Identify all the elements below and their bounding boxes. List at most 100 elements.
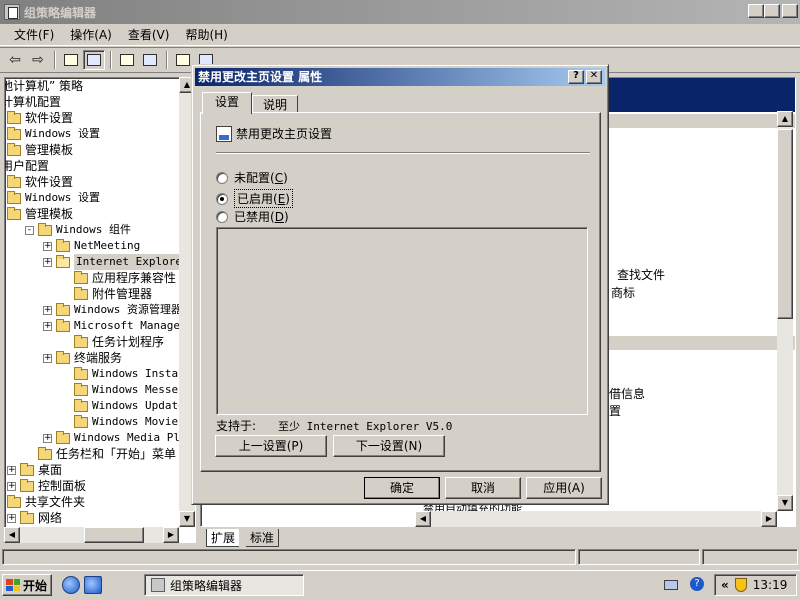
tree-node[interactable]: Windows 设置 xyxy=(5,190,195,206)
back-arrow-icon[interactable]: ⇦ xyxy=(4,50,26,70)
folder-icon xyxy=(56,302,70,316)
details-vertical-scrollbar[interactable]: ▲ ▼ xyxy=(777,111,793,511)
expand-icon[interactable]: + xyxy=(43,305,52,315)
scroll-left-button[interactable]: ◀ xyxy=(415,511,431,527)
security-shield-icon[interactable] xyxy=(734,578,747,592)
scroll-up-button[interactable]: ▲ xyxy=(777,111,793,127)
close-button[interactable]: ✕ xyxy=(782,4,798,18)
expand-icon[interactable]: + xyxy=(43,241,52,251)
menu-action[interactable]: 操作(A) xyxy=(62,26,120,43)
expand-icon[interactable]: + xyxy=(43,433,52,443)
tree-node[interactable]: 附件管理器 xyxy=(5,286,195,302)
scroll-thumb[interactable] xyxy=(777,129,793,319)
help-tray-icon[interactable]: ? xyxy=(690,577,708,593)
scroll-right-button[interactable]: ▶ xyxy=(163,527,179,543)
tree-node[interactable]: + Windows 资源管理器 xyxy=(5,302,195,318)
minimize-button[interactable]: _ xyxy=(748,4,764,18)
tree-node[interactable]: - Windows 组件 xyxy=(5,222,195,238)
tab-extended[interactable]: 扩展 xyxy=(206,529,240,547)
clock[interactable]: 13:19 xyxy=(753,578,788,592)
previous-setting-button[interactable]: 上一设置(P) xyxy=(215,435,327,457)
export-list-icon[interactable] xyxy=(139,50,161,70)
tree-node[interactable]: 共享文件夹 xyxy=(5,494,195,510)
menu-file[interactable]: 文件(F) xyxy=(6,26,62,43)
folder-icon xyxy=(74,286,88,300)
setting-item[interactable]: 置 xyxy=(609,402,621,419)
radio-button[interactable] xyxy=(216,210,228,223)
tree-node[interactable]: Windows Messenger xyxy=(5,382,195,398)
scroll-down-button[interactable]: ▼ xyxy=(777,495,793,511)
details-horizontal-scrollbar[interactable]: ◀ ▶ xyxy=(415,511,777,527)
tree-node[interactable]: 用户配置 xyxy=(5,158,195,174)
radio-button[interactable] xyxy=(216,192,228,205)
expand-icon[interactable]: + xyxy=(7,465,16,475)
radio-not-configured[interactable]: 未配置 (C) xyxy=(216,169,288,186)
tree-node[interactable]: Windows Movie Maker xyxy=(5,414,195,430)
tree-pane[interactable]: 地计算机” 策略 计算机配置 软件设置 Windows 设置 管理模板 用户配置 软件设置 W… xyxy=(4,77,196,543)
cancel-button[interactable]: 取消 xyxy=(445,477,521,499)
scroll-thumb[interactable] xyxy=(84,527,144,543)
expand-icon[interactable]: + xyxy=(7,513,16,523)
properties-icon[interactable] xyxy=(116,50,138,70)
tree-node[interactable]: Windows Installer xyxy=(5,366,195,382)
tree-node[interactable]: + Windows Media Player xyxy=(5,430,195,446)
tree-node[interactable]: 管理模板 xyxy=(5,206,195,222)
tree-node[interactable]: 软件设置 xyxy=(5,110,195,126)
radio-disabled[interactable]: 已禁用 (D) xyxy=(216,208,289,225)
scroll-right-button[interactable]: ▶ xyxy=(761,511,777,527)
forward-arrow-icon[interactable]: ⇨ xyxy=(27,50,49,70)
tree-node[interactable]: 软件设置 xyxy=(5,174,195,190)
setting-item[interactable]: 查找文件 xyxy=(617,266,665,283)
tree-node[interactable]: + 桌面 xyxy=(5,462,195,478)
dialog-titlebar[interactable]: 禁用更改主页设置 属性 ? ✕ xyxy=(195,68,605,86)
tab-explain[interactable]: 说明 xyxy=(252,95,299,113)
radio-button[interactable] xyxy=(216,171,228,184)
tree-node[interactable]: + 网络 xyxy=(5,510,195,526)
tree-node[interactable]: Windows Update xyxy=(5,398,195,414)
tree-node[interactable]: + Microsoft Management xyxy=(5,318,195,334)
setting-item[interactable]: 商标 xyxy=(611,284,635,301)
taskbar-button-gpedit[interactable]: 组策略编辑器 xyxy=(144,574,304,596)
dialog-close-button[interactable]: ✕ xyxy=(586,70,602,84)
menu-view[interactable]: 查看(V) xyxy=(120,26,178,43)
maximize-button[interactable]: □ xyxy=(764,4,780,18)
tree-node-label: 共享文件夹 xyxy=(25,495,86,509)
apply-button[interactable]: 应用(A) xyxy=(526,477,602,499)
tree-node[interactable]: 计算机配置 xyxy=(5,94,195,110)
tree-node[interactable]: 地计算机” 策略 xyxy=(5,78,195,94)
scroll-left-button[interactable]: ◀ xyxy=(4,527,20,543)
next-setting-button[interactable]: 下一设置(N) xyxy=(333,435,445,457)
tree-node[interactable]: Windows 设置 xyxy=(5,126,195,142)
radio-enabled[interactable]: 已启用(E) xyxy=(216,189,293,208)
up-folder-icon[interactable] xyxy=(60,50,82,70)
internet-explorer-icon[interactable] xyxy=(62,576,80,594)
tree-node[interactable]: + 终端服务 xyxy=(5,350,195,366)
show-hide-tree-icon[interactable] xyxy=(83,50,105,70)
tree-node[interactable]: 任务计划程序 xyxy=(5,334,195,350)
main-window-titlebar[interactable]: 组策略编辑器 _ □ ✕ xyxy=(0,0,800,24)
show-desktop-icon[interactable] xyxy=(84,576,102,594)
ok-button[interactable]: 确定 xyxy=(364,477,440,499)
tree-node[interactable]: + Internet Explorer xyxy=(5,254,195,270)
start-button[interactable]: 开始 xyxy=(2,574,52,596)
setting-item[interactable]: 借信息 xyxy=(609,385,645,402)
network-icon[interactable] xyxy=(664,577,682,593)
tray-chevron-icon[interactable]: « xyxy=(721,578,729,592)
dialog-help-button[interactable]: ? xyxy=(568,70,584,84)
tree-node[interactable]: 应用程序兼容性 xyxy=(5,270,195,286)
collapse-icon[interactable]: - xyxy=(25,225,34,235)
folder-icon xyxy=(56,350,70,364)
tree-node[interactable]: 任务栏和「开始」菜单 xyxy=(5,446,195,462)
tree-node[interactable]: 管理模板 xyxy=(5,142,195,158)
expand-icon[interactable]: + xyxy=(43,257,52,267)
tree-node[interactable]: + NetMeeting xyxy=(5,238,195,254)
tab-standard[interactable]: 标准 xyxy=(246,529,280,547)
scroll-down-button[interactable]: ▼ xyxy=(179,511,195,527)
tree-node[interactable]: + 控制面板 xyxy=(5,478,195,494)
menu-help[interactable]: 帮助(H) xyxy=(177,26,235,43)
expand-icon[interactable]: + xyxy=(7,481,16,491)
expand-icon[interactable]: + xyxy=(43,321,52,331)
expand-icon[interactable]: + xyxy=(43,353,52,363)
tree-horizontal-scrollbar[interactable]: ◀ ▶ xyxy=(4,527,179,543)
tab-settings[interactable]: 设置 xyxy=(202,92,253,114)
